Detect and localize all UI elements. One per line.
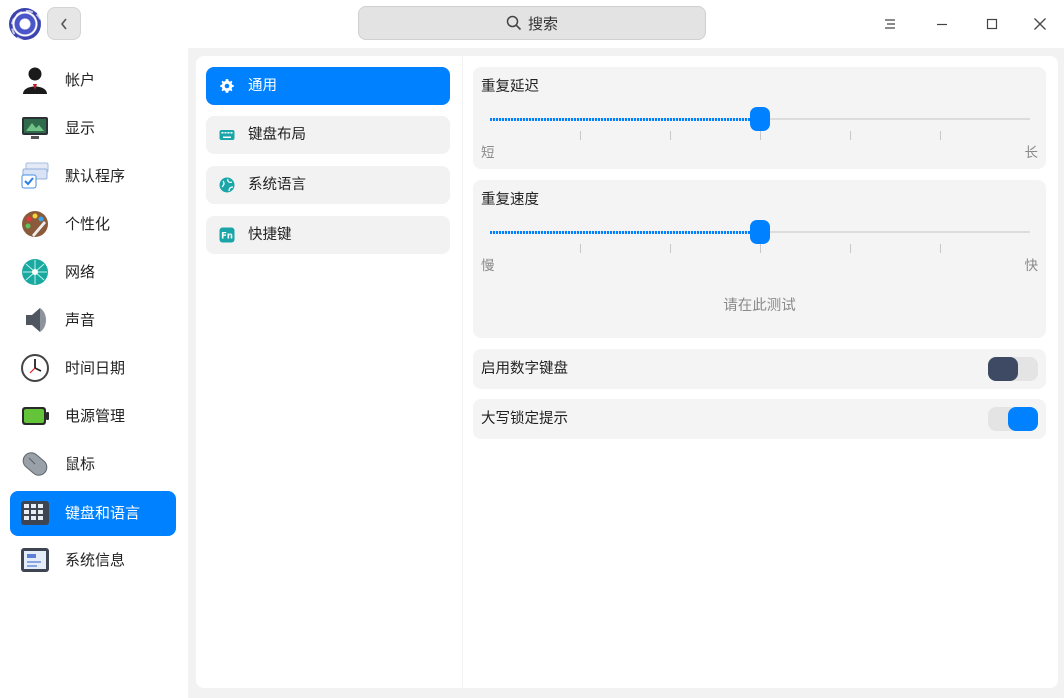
search-icon (506, 15, 522, 31)
sidebar-item-keyboard-language[interactable]: 键盘和语言 (10, 491, 176, 536)
slider-tick (580, 131, 581, 140)
sidebar-item-display[interactable]: 显示 (10, 106, 176, 151)
repeat-delay-min-label: 短 (481, 145, 495, 161)
capslock-row: 大写锁定提示 (473, 399, 1046, 439)
slider-tick (670, 131, 671, 140)
slider-tick (940, 131, 941, 140)
sidebar-item-sound[interactable]: 声音 (10, 298, 176, 343)
close-button[interactable] (1024, 8, 1056, 40)
keyboard-icon (21, 501, 49, 525)
sidebar-item-account[interactable]: 帐户 (10, 58, 176, 103)
title-bar: 搜索 (0, 0, 1064, 48)
minimize-icon (937, 23, 947, 26)
repeat-delay-card: 重复延迟 短 长 (473, 67, 1046, 169)
sidebar-item-label: 时间日期 (65, 359, 126, 377)
slider-tick (940, 244, 941, 253)
app-logo (9, 8, 43, 42)
subnav-item-shortcuts[interactable]: Fn 快捷键 (206, 216, 450, 254)
sidebar-item-label: 电源管理 (65, 407, 126, 425)
repeat-delay-max-label: 长 (1024, 145, 1039, 161)
slider-tick (670, 244, 671, 253)
subnav-item-label: 系统语言 (248, 177, 306, 193)
repeat-rate-fill (490, 230, 760, 234)
repeat-delay-title: 重复延迟 (481, 79, 539, 95)
sidebar-item-label: 鼠标 (65, 455, 96, 473)
repeat-delay-handle[interactable] (750, 107, 770, 131)
maximize-icon (986, 18, 998, 30)
personalization-icon (22, 211, 48, 237)
slider-tick (760, 244, 761, 253)
back-icon (60, 18, 67, 29)
subnav-item-general[interactable]: 通用 (206, 67, 450, 105)
sound-icon (26, 308, 46, 332)
subnav-item-system-language[interactable]: 系统语言 (206, 166, 450, 204)
keyboard-layout-icon (219, 130, 235, 140)
sidebar-item-network[interactable]: 网络 (10, 250, 176, 295)
capslock-toggle-knob (1008, 407, 1038, 431)
repeat-rate-title: 重复速度 (481, 192, 539, 208)
sidebar-item-label: 系统信息 (65, 551, 126, 569)
repeat-delay-fill (490, 117, 760, 121)
sidebar-item-system-info[interactable]: 系统信息 (10, 538, 176, 583)
numpad-toggle-knob (988, 357, 1018, 381)
sidebar-item-label: 默认程序 (65, 167, 126, 185)
sidebar-item-datetime[interactable]: 时间日期 (10, 346, 176, 391)
sidebar-item-power[interactable]: 电源管理 (10, 394, 176, 439)
search-input[interactable]: 搜索 (358, 6, 706, 40)
system-info-icon (21, 548, 49, 572)
fn-key-icon: Fn (219, 227, 235, 243)
slider-tick (850, 244, 851, 253)
numpad-label: 启用数字键盘 (481, 361, 568, 377)
menu-button[interactable] (874, 8, 906, 40)
repeat-rate-min-label: 慢 (481, 258, 495, 274)
sidebar-item-label: 键盘和语言 (65, 504, 141, 522)
clock-icon (21, 354, 49, 382)
minimize-button[interactable] (926, 8, 958, 40)
slider-tick (850, 131, 851, 140)
capslock-label: 大写锁定提示 (481, 411, 568, 427)
sidebar-item-default-apps[interactable]: 默认程序 (10, 154, 176, 199)
close-icon (1034, 18, 1046, 30)
search-placeholder: 搜索 (527, 14, 558, 33)
sidebar-item-mouse[interactable]: 鼠标 (10, 442, 176, 487)
numpad-toggle[interactable] (988, 357, 1038, 381)
battery-icon (22, 407, 49, 425)
subnav-item-label: 快捷键 (248, 227, 292, 243)
capslock-toggle[interactable] (988, 407, 1038, 431)
back-button[interactable] (47, 7, 81, 40)
sidebar-item-label: 帐户 (65, 71, 96, 89)
subnav-item-label: 通用 (248, 78, 277, 94)
network-icon (22, 259, 48, 285)
default-apps-icon (21, 162, 49, 189)
numpad-row: 启用数字键盘 (473, 349, 1046, 389)
account-icon (23, 67, 47, 94)
repeat-rate-handle[interactable] (750, 220, 770, 244)
subnav-item-label: 键盘布局 (248, 127, 306, 143)
subnav-panel: 通用 键盘布局 系统语言 Fn 快捷键 (196, 56, 462, 688)
gear-icon (220, 79, 234, 93)
maximize-button[interactable] (976, 8, 1008, 40)
globe-icon (219, 177, 235, 193)
sidebar-item-label: 网络 (65, 263, 96, 281)
sidebar-item-personalization[interactable]: 个性化 (10, 202, 176, 247)
menu-icon (885, 19, 895, 29)
mouse-icon (22, 452, 48, 476)
slider-tick (760, 131, 761, 140)
sidebar-item-label: 声音 (65, 311, 96, 329)
fn-key-text: Fn (221, 232, 233, 242)
sidebar-item-label: 个性化 (65, 215, 111, 233)
settings-panel: 重复延迟 短 长 重复速度 慢 快 请在此测试 启用数字键盘 大写锁定提示 (463, 56, 1058, 688)
slider-tick (580, 244, 581, 253)
repeat-rate-card: 重复速度 慢 快 请在此测试 (473, 180, 1046, 338)
repeat-test-input[interactable]: 请在此测试 (473, 294, 1046, 315)
sidebar: 帐户 显示 默认程序 个性化 网络 声音 时间日期 电源管理 鼠标 键盘和语言 … (0, 48, 188, 698)
display-icon (22, 117, 48, 139)
repeat-rate-max-label: 快 (1024, 258, 1039, 274)
subnav-item-keyboard-layout[interactable]: 键盘布局 (206, 116, 450, 154)
sidebar-item-label: 显示 (65, 119, 96, 137)
